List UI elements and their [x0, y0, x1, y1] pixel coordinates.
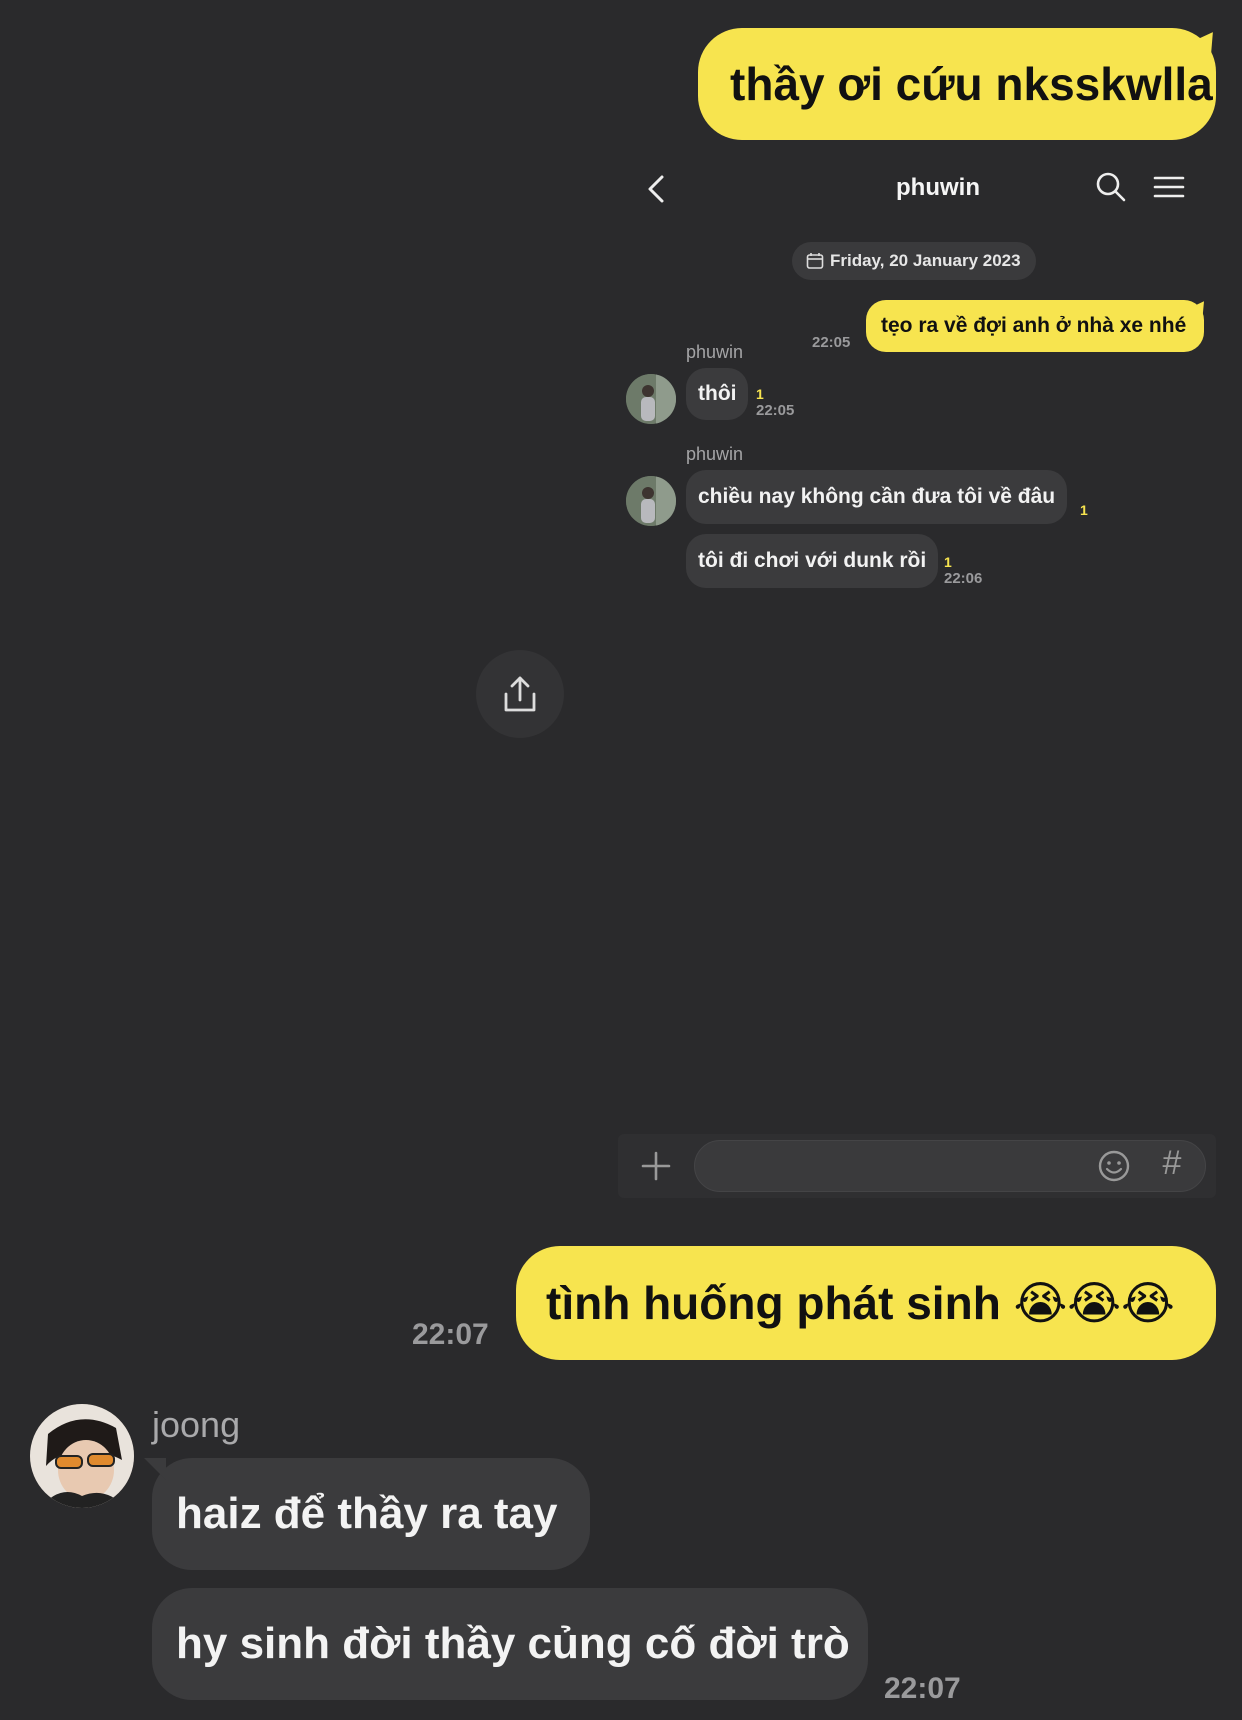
emoji-button[interactable]	[1096, 1148, 1132, 1184]
calendar-icon	[806, 253, 824, 269]
message-bubble-received[interactable]: tôi đi chơi với dunk rồi	[686, 534, 939, 588]
message-text: haiz để thầy ra tay	[152, 1458, 590, 1570]
date-label: Friday, 20 January 2023	[830, 251, 1021, 270]
message-time: 22:05	[756, 402, 795, 419]
bubble-tail	[144, 1458, 166, 1480]
message-text: thầy ơi cứu nksskwlla	[698, 28, 1216, 140]
plus-icon	[641, 1151, 671, 1181]
person-avatar-graphic	[626, 374, 676, 424]
emoji-icon	[1098, 1150, 1130, 1182]
message-text: tẹo ra về đợi anh ở nhà xe nhé	[866, 300, 1204, 352]
share-icon	[504, 676, 536, 712]
menu-button[interactable]	[1152, 170, 1186, 204]
message-time: 22:07	[412, 1318, 489, 1351]
outer-message-received-2[interactable]: hy sinh đời thầy củng cố đời trò	[152, 1588, 868, 1700]
person-avatar-graphic	[626, 476, 676, 526]
share-button[interactable]	[476, 650, 564, 738]
hashtag-icon[interactable]: #	[1154, 1144, 1190, 1186]
message-bubble-received[interactable]: chiều nay không cần đưa tôi về đâu	[686, 470, 1068, 524]
sender-name: phuwin	[686, 342, 744, 362]
embedded-screenshot: phuwin Friday, 20 January 2023 22:05 tẹo…	[618, 150, 1222, 1200]
unread-count: 1	[756, 386, 764, 402]
avatar[interactable]	[626, 374, 676, 424]
message-time: 22:07	[884, 1672, 961, 1705]
inner-message-sent[interactable]: tẹo ra về đợi anh ở nhà xe nhé	[866, 296, 1211, 352]
back-button[interactable]	[640, 172, 674, 206]
outer-message-sent-1[interactable]: thầy ơi cứu nksskwlla	[698, 24, 1225, 140]
unread-count: 1	[1080, 502, 1088, 518]
person-avatar-graphic	[30, 1404, 134, 1508]
message-time: 22:05	[812, 334, 851, 351]
outer-message-received-1[interactable]: haiz để thầy ra tay	[144, 1458, 590, 1570]
search-button[interactable]	[1094, 170, 1128, 204]
message-bubble-received[interactable]: thôi	[686, 368, 749, 420]
search-icon	[1096, 172, 1126, 202]
sender-name: phuwin	[686, 444, 744, 464]
chat-title: phuwin	[896, 174, 980, 201]
sender-name: joong	[152, 1404, 241, 1445]
menu-icon	[1153, 176, 1185, 198]
attach-button[interactable]	[638, 1148, 674, 1184]
avatar[interactable]	[626, 476, 676, 526]
avatar[interactable]	[30, 1404, 134, 1508]
back-arrow-icon	[648, 175, 664, 203]
unread-count: 1	[944, 554, 952, 570]
outer-message-sent-2[interactable]: tình huống phát sinh 😭😭😭	[516, 1246, 1216, 1360]
message-time: 22:06	[944, 570, 983, 587]
date-separator: Friday, 20 January 2023	[792, 242, 1036, 280]
message-input-bar: #	[618, 1134, 1216, 1198]
